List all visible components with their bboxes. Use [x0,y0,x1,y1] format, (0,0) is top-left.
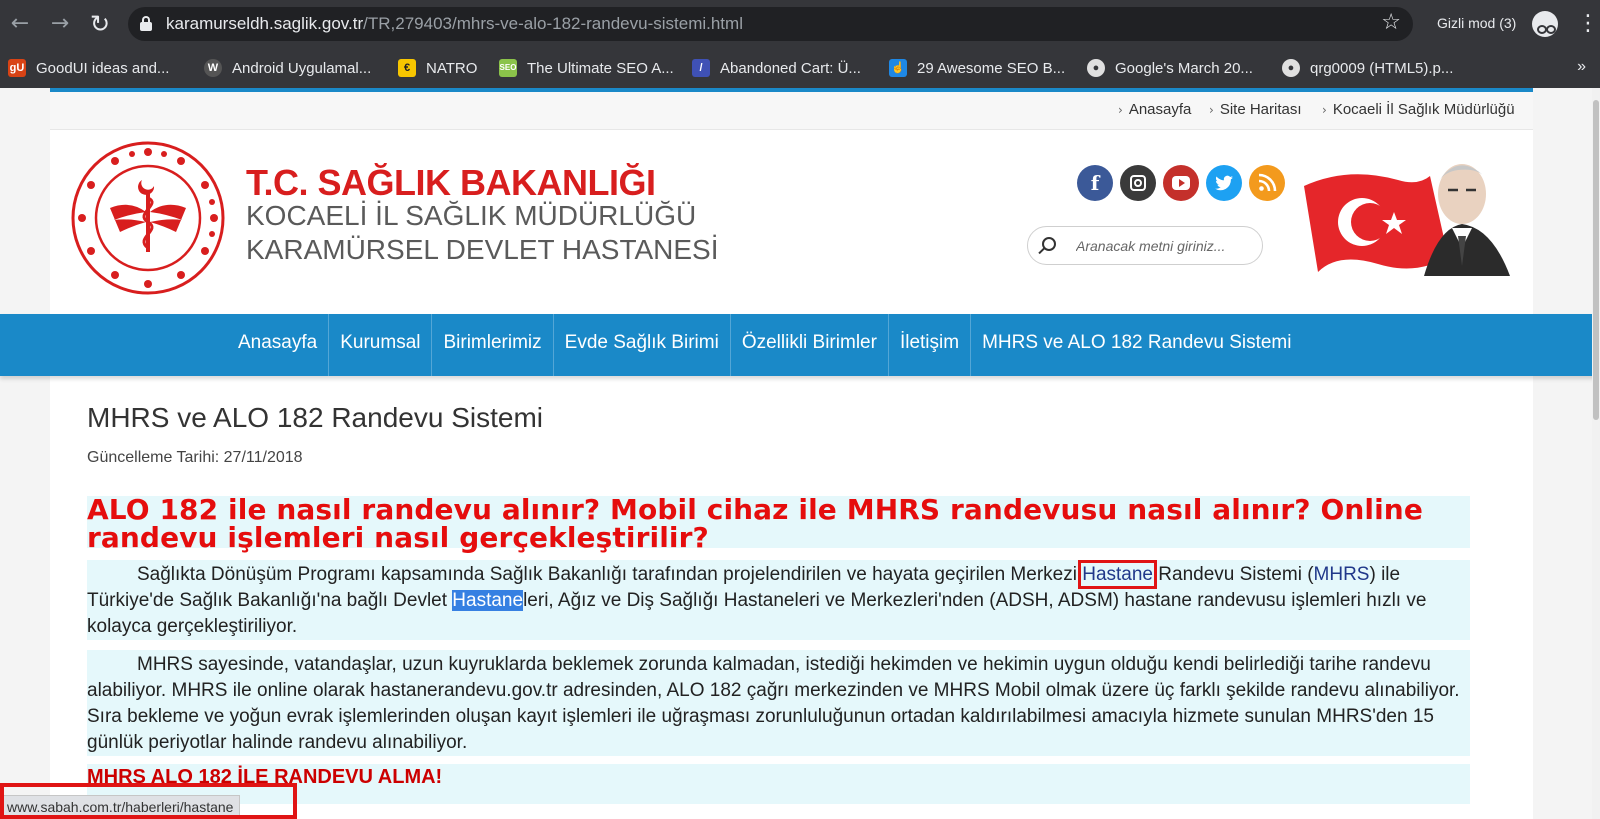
address-bar[interactable]: karamurseldh.saglik.gov.tr/TR,279403/mhr… [128,7,1413,41]
toplink-kocaeli[interactable]: › Kocaeli İl Sağlık Müdürlüğü [1322,101,1515,118]
natro-icon: € [398,59,416,77]
rss-icon[interactable] [1249,165,1285,201]
toplink-home[interactable]: › Anasayfa [1118,101,1191,118]
back-icon[interactable]: ← [6,10,34,38]
selected-text[interactable]: Hastane [452,590,524,611]
search-icon[interactable] [1042,237,1056,251]
article-paragraph-1: Sağlıkta Dönüşüm Programı kapsamında Sağ… [87,560,1427,637]
status-highlight-box [0,783,297,819]
chevron-right-icon: › [1118,103,1123,117]
reload-icon[interactable]: ↻ [86,10,114,38]
lock-icon[interactable] [140,16,152,31]
bookmark-item[interactable]: ● qrg0009 (HTML5).p... [1282,54,1453,82]
url-text[interactable]: karamurseldh.saglik.gov.tr/TR,279403/mhr… [166,14,743,34]
seo-icon: SEO [499,59,517,77]
chevron-right-icon: › [1209,103,1214,117]
hastane-link[interactable]: Hastane [1078,560,1158,589]
browser-chrome: ← → ↻ karamurseldh.saglik.gov.tr/TR,2794… [0,0,1600,88]
browser-menu-icon[interactable]: ⋮ [1577,11,1599,37]
nav-item-home[interactable]: Anasayfa [227,314,330,376]
bookmark-item[interactable]: € NATRO [398,54,477,82]
wordpress-icon: W [204,59,222,77]
nav-item-home-care[interactable]: Evde Sağlık Birimi [554,314,731,376]
cart-icon: / [692,59,710,77]
globe-icon: ● [1087,59,1105,77]
page-scrollbar[interactable] [1592,88,1600,819]
bookmark-item[interactable]: gU GoodUI ideas and... [8,54,169,82]
instagram-icon[interactable] [1120,165,1156,201]
article-paragraph-2: MHRS sayesinde, vatandaşlar, uzun kuyruk… [87,654,1460,753]
main-nav-list: Anasayfa Kurumsal Birimlerimiz Evde Sağl… [227,314,1302,376]
page-title: MHRS ve ALO 182 Randevu Sistemi [87,402,543,433]
incognito-icon[interactable] [1532,11,1558,37]
bookmark-star-icon[interactable]: ☆ [1381,10,1401,35]
url-path: /TR,279403/mhrs-ve-alo-182-randevu-siste… [363,14,743,33]
main-navbar: Anasayfa Kurumsal Birimlerimiz Evde Sağl… [0,314,1600,376]
nav-item-corporate[interactable]: Kurumsal [329,314,433,376]
bookmarks-overflow-button[interactable]: » [1577,58,1586,76]
globe-icon: ● [1282,59,1300,77]
ministry-logo-icon[interactable] [70,140,226,296]
browser-toolbar: ← → ↻ karamurseldh.saglik.gov.tr/TR,2794… [0,0,1600,48]
bookmark-item[interactable]: SEO The Ultimate SEO A... [499,54,674,82]
bookmark-item[interactable]: W Android Uygulamal... [204,54,371,82]
brand-title[interactable]: T.C. SAĞLIK BAKANLIĞI [246,162,656,204]
incognito-label[interactable]: Gizli mod (3) [1437,15,1516,31]
search-input[interactable] [1076,236,1254,256]
page-container: › Anasayfa › Site Haritası › Kocaeli İl Sağ… [0,88,1600,819]
flag-portrait-icon [1304,164,1510,276]
bookmarks-bar: gU GoodUI ideas and... W Android Uygulamal… [0,50,1600,86]
mhrs-link[interactable]: MHRS [1314,564,1370,585]
top-links-bar: › Anasayfa › Site Haritası › Kocaeli İl Sağ… [50,92,1533,130]
facebook-icon[interactable]: f [1077,165,1113,201]
pointer-icon: ☝ [889,59,907,77]
site-search[interactable] [1027,226,1263,265]
bookmark-item[interactable]: ☝ 29 Awesome SEO B... [889,54,1065,82]
brand-subtitle-province[interactable]: KOCAELİ İL SAĞLIK MÜDÜRLÜĞÜ [246,200,696,232]
brand-subtitle-hospital[interactable]: KARAMÜRSEL DEVLET HASTANESİ [246,234,719,266]
nav-item-contact[interactable]: İletişim [889,314,972,376]
chevron-right-icon: › [1322,103,1327,117]
forward-icon[interactable]: → [46,10,74,38]
goodui-icon: gU [8,59,26,77]
bookmark-item[interactable]: / Abandoned Cart: Ü... [692,54,861,82]
nav-item-mhrs[interactable]: MHRS ve ALO 182 Randevu Sistemi [971,314,1302,376]
nav-item-units[interactable]: Birimlerimiz [432,314,554,376]
update-date: Güncelleme Tarihi: 27/11/2018 [87,449,303,466]
article-heading: ALO 182 ile nasıl randevu alınır? Mobil … [87,493,1423,554]
toplink-sitemap[interactable]: › Site Haritası [1209,101,1302,118]
nav-item-special-units[interactable]: Özellikli Birimler [731,314,889,376]
page-viewport: › Anasayfa › Site Haritası › Kocaeli İl Sağ… [0,88,1600,819]
scrollbar-thumb[interactable] [1593,100,1599,420]
url-host: karamurseldh.saglik.gov.tr [166,14,364,33]
twitter-icon[interactable] [1206,165,1242,201]
bookmark-item[interactable]: ● Google's March 20... [1087,54,1253,82]
youtube-icon[interactable] [1163,165,1199,201]
